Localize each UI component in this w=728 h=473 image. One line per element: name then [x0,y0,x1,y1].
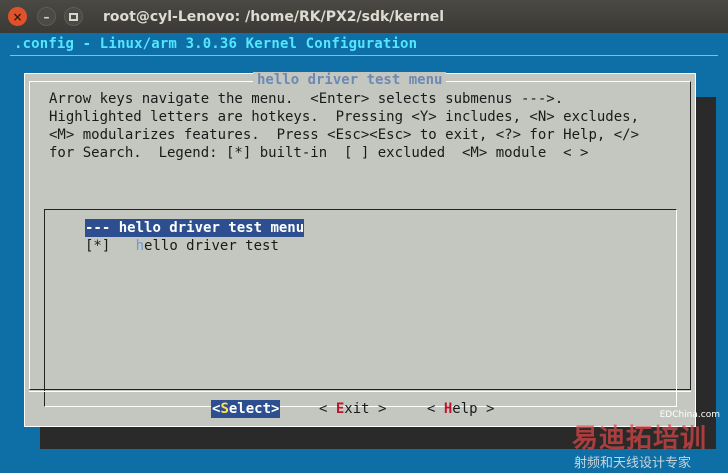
exit-button[interactable]: < Exit > [319,400,386,418]
button-separator [29,391,691,392]
help-line: <M> modularizes features. Press <Esc><Es… [49,127,640,143]
checkbox-builtin[interactable]: [*] [85,238,110,254]
menu-item-label: ello driver test [144,238,279,254]
menu-item-label: hello driver test menu [118,220,305,236]
help-line: Arrow keys navigate the menu. <Enter> se… [49,91,564,107]
terminal-area[interactable]: .config - Linux/arm 3.0.36 Kernel Config… [0,33,728,473]
button-bar: <Select> < Exit > < Help > [25,400,695,420]
menu-item-hotkey: h [135,238,145,254]
help-button[interactable]: < Help > [427,400,494,418]
watermark-tagline: 射频和天线设计专家 [574,456,692,471]
menu-item-hello-driver-test-menu[interactable]: --- hello driver test menu [85,219,305,237]
window-title: root@cyl-Lenovo: /home/RK/PX2/sdk/kernel [103,8,445,25]
close-icon[interactable]: × [8,7,27,26]
select-button[interactable]: <Select> [211,400,281,418]
help-text: Arrow keys navigate the menu. <Enter> se… [49,90,639,162]
watermark-brand: 易迪拓培训 [572,424,708,454]
menu-item-hello-driver-test[interactable]: [*] hello driver test [85,237,279,255]
menuconfig-dialog: hello driver test menu Arrow keys naviga… [24,72,696,427]
watermark-url: EDChina.com [659,410,720,420]
window-titlebar: × – root@cyl-Lenovo: /home/RK/PX2/sdk/ke… [0,0,728,33]
menu-list[interactable]: --- hello driver test menu [*] hello dri… [44,209,677,407]
help-line: for Search. Legend: [*] built-in [ ] exc… [49,145,589,161]
minimize-icon[interactable]: – [37,7,56,26]
config-header: .config - Linux/arm 3.0.36 Kernel Config… [14,36,418,52]
maximize-icon[interactable] [64,7,83,26]
help-line: Highlighted letters are hotkeys. Pressin… [49,109,640,125]
header-rule [10,55,718,56]
dialog-title: hello driver test menu [253,72,447,88]
menu-item-prefix: --- [85,220,111,236]
